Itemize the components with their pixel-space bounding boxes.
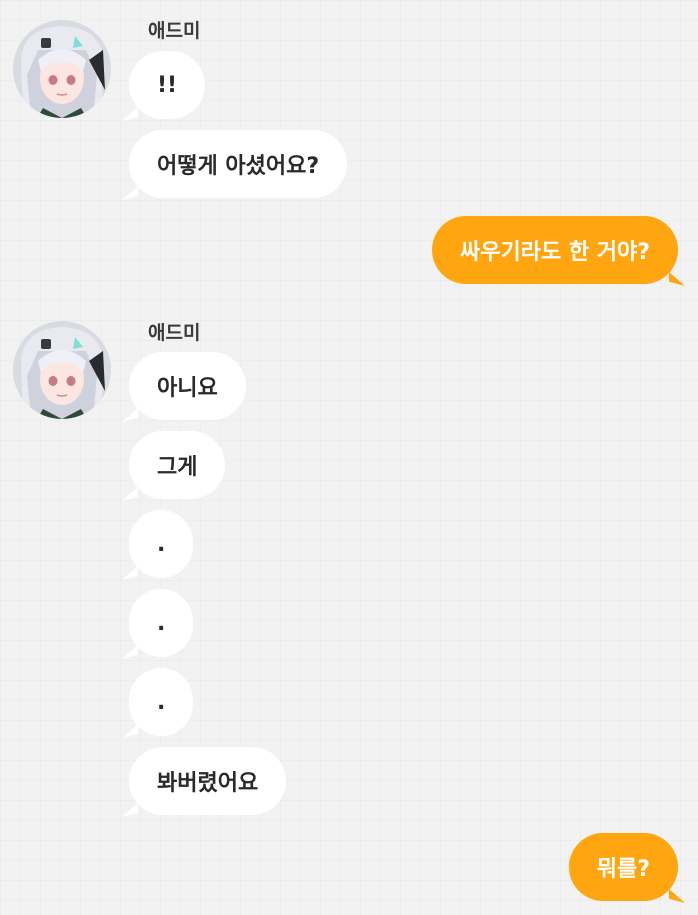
bubble-tail	[122, 487, 138, 501]
sender-name: 애드미	[148, 20, 201, 42]
bubble-tail	[122, 645, 138, 659]
message-bubble-incoming[interactable]: 어떻게 아셨어요?	[122, 130, 348, 200]
message-text: 그게	[157, 455, 198, 480]
message-text: .	[157, 689, 166, 715]
message-text: 어떻게 아셨어요?	[157, 154, 320, 179]
message-bubble-outgoing[interactable]: 싸우기라도 한 거야?	[431, 216, 685, 286]
message-bubble-incoming[interactable]: .	[122, 668, 193, 738]
sender-avatar[interactable]	[13, 20, 111, 118]
message-text: !!	[157, 72, 178, 98]
sender-name: 애드미	[148, 322, 201, 344]
bubble-tail	[122, 186, 138, 200]
message-text: 봐버렸어요	[157, 771, 259, 796]
avatar-portrait-icon	[13, 321, 111, 419]
bubble-tail	[122, 107, 138, 121]
message-text: 뭐를?	[596, 857, 650, 882]
message-bubble-outgoing[interactable]: 뭐를?	[568, 833, 685, 903]
message-bubble-incoming[interactable]: 그게	[122, 431, 226, 501]
message-bubble-incoming[interactable]: 봐버렸어요	[122, 747, 287, 817]
message-text: 싸우기라도 한 거야?	[459, 240, 650, 265]
message-text: .	[157, 610, 166, 636]
message-bubble-incoming[interactable]: !!	[122, 51, 206, 121]
message-bubble-incoming[interactable]: .	[122, 589, 193, 659]
bubble-tail	[669, 889, 685, 903]
avatar-portrait-icon	[13, 20, 111, 118]
bubble-tail	[122, 408, 138, 422]
message-bubble-incoming[interactable]: .	[122, 510, 193, 580]
bubble-tail	[669, 272, 685, 286]
bubble-tail	[122, 803, 138, 817]
bubble-tail	[122, 566, 138, 580]
message-bubble-incoming[interactable]: 아니요	[122, 352, 246, 422]
bubble-tail	[122, 724, 138, 738]
message-text: .	[157, 531, 166, 557]
sender-avatar[interactable]	[13, 321, 111, 419]
message-text: 아니요	[157, 376, 218, 401]
